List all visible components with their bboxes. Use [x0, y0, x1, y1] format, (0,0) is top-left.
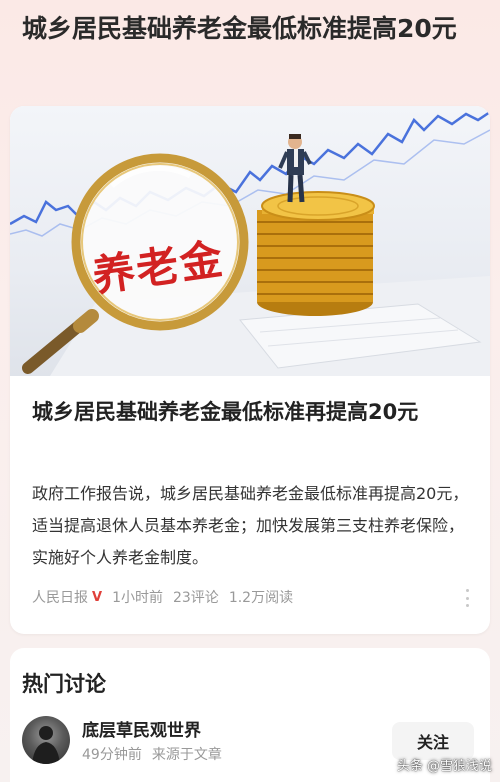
article-card[interactable]: 养老金 城乡居民基础养老金最低标准再提高20元 政府工作报告说，城乡居民基础养老…: [10, 106, 490, 634]
source-name[interactable]: 人民日报: [32, 587, 88, 607]
watermark: 头条 @雪狼浅说: [396, 759, 492, 774]
article-image[interactable]: 养老金: [10, 106, 490, 376]
read-count: 1.2万阅读: [228, 590, 294, 606]
pension-illustration: [10, 110, 490, 376]
author-name[interactable]: 底层草民观世界: [82, 716, 201, 741]
article-summary[interactable]: 政府工作报告说，城乡居民基础养老金最低标准再提高20元，适当提高退休人员基本养老…: [32, 478, 476, 574]
author-meta: 49分钟前 来源于文章: [82, 744, 222, 764]
article-title[interactable]: 城乡居民基础养老金最低标准再提高20元: [32, 396, 472, 429]
coin-stack-icon: [257, 191, 375, 316]
verified-badge: V: [92, 589, 103, 605]
post-time: 49分钟前: [82, 747, 142, 763]
publish-time: 1小时前: [112, 590, 163, 606]
section-title: 热门讨论: [22, 672, 106, 696]
page-title: 城乡居民基础养老金最低标准提高20元: [22, 14, 457, 43]
article-meta: 人民日报 V 1小时前 23评论 1.2万阅读: [32, 586, 293, 608]
comment-count[interactable]: 23评论: [173, 587, 219, 607]
more-dots-icon[interactable]: [464, 589, 470, 607]
avatar[interactable]: [22, 716, 70, 764]
post-source: 来源于文章: [151, 747, 222, 763]
